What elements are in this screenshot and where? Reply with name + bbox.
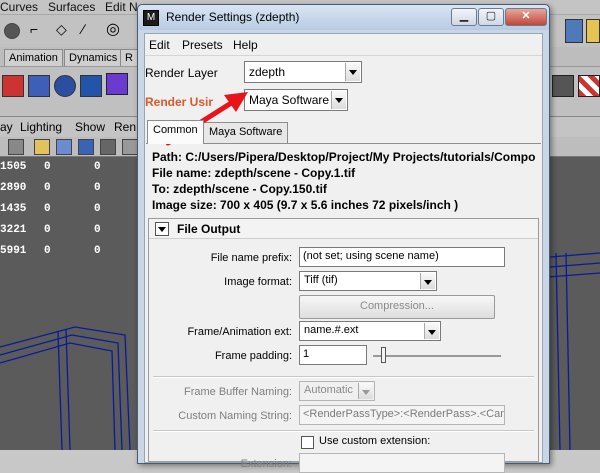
menu-help[interactable]: Help (233, 38, 258, 52)
frame-padding-slider-thumb[interactable] (381, 347, 386, 363)
shelf-sphere-icon[interactable] (54, 75, 76, 97)
frame-padding-input[interactable]: 1 (299, 345, 367, 365)
curve-tool-icon[interactable]: ⌐ (30, 21, 50, 39)
diamond-icon[interactable]: ◇ (56, 21, 67, 38)
panel-menu-lighting[interactable]: Lighting (20, 120, 62, 134)
image-format-value: Tiff (tif) (304, 274, 338, 286)
light-icon[interactable] (100, 139, 116, 155)
custom-naming-label: Custom Naming String: (178, 410, 292, 422)
settings-scroll-area[interactable]: File Output File name prefix: (not set; … (148, 218, 539, 473)
textured-icon[interactable] (78, 139, 94, 155)
chevron-down-icon (424, 323, 439, 339)
file-name-prefix-label: File name prefix: (210, 252, 292, 264)
frame-ext-dropdown[interactable]: name.#.ext (299, 321, 441, 341)
common-tab-panel: Path: C:/Users/Pipera/Desktop/Project/My… (146, 143, 541, 473)
frame-buffer-naming-value: Automatic (304, 384, 353, 396)
image-format-dropdown[interactable]: Tiff (tif) (299, 271, 437, 291)
menu-surfaces[interactable]: Surfaces (48, 0, 95, 14)
render-using-dropdown[interactable]: Maya Software (244, 89, 348, 111)
title-bar[interactable]: M Render Settings (zdepth) ▁ ▢ ✕ (138, 5, 549, 30)
tab-common[interactable]: Common (147, 120, 204, 144)
info-file-name: File name: zdepth/scene - Copy.1.tif (152, 166, 356, 180)
custom-naming-input[interactable]: <RenderPassType>:<RenderPass>.<Came (299, 405, 505, 425)
frame-padding-label: Frame padding: (214, 350, 292, 362)
use-custom-extension-checkbox[interactable] (301, 436, 314, 449)
frame-buffer-naming-dropdown[interactable]: Automatic (299, 381, 375, 401)
shelf-torus-icon[interactable] (80, 75, 102, 97)
film-icon[interactable] (565, 19, 583, 43)
menu-curves[interactable]: Curves (0, 0, 38, 14)
shaded-icon[interactable] (56, 139, 72, 155)
frame-ext-value: name.#.ext (304, 324, 359, 336)
file-name-prefix-input[interactable]: (not set; using scene name) (299, 247, 505, 267)
shelf-tab-rendering[interactable]: R (120, 49, 138, 66)
menu-edit[interactable]: Edit (149, 38, 170, 52)
menu-edit[interactable]: Edit N (105, 0, 138, 14)
render-layer-label: Render Layer (145, 66, 218, 80)
window-title: Render Settings (zdepth) (166, 10, 300, 24)
info-to: To: zdepth/scene - Copy.150.tif (152, 182, 327, 196)
shelf-tab-animation[interactable]: Animation (4, 49, 63, 66)
render-using-value: Maya Software (249, 93, 330, 107)
extension-label: Extension: (240, 458, 292, 470)
chevron-down-icon (345, 63, 360, 81)
shelf-checker-icon[interactable] (578, 75, 600, 97)
panel-tool-icon[interactable] (8, 139, 24, 155)
chevron-down-icon (331, 91, 346, 109)
shelf-red-icon[interactable] (2, 75, 24, 97)
dialog-menubar: Edit Presets Help (145, 34, 542, 56)
sphere-icon[interactable] (4, 23, 20, 39)
divider (153, 430, 534, 432)
maya-icon: M (143, 10, 159, 26)
minimize-button[interactable]: ▁ (451, 8, 477, 26)
divider (153, 376, 534, 378)
render-layer-value: zdepth (249, 65, 286, 79)
compression-button[interactable]: Compression... (299, 295, 495, 319)
panel-menu-ay[interactable]: ay (0, 120, 13, 134)
shelf-blue-icon[interactable] (28, 75, 50, 97)
info-image-size: Image size: 700 x 405 (9.7 x 5.6 inches … (152, 198, 459, 212)
menu-presets[interactable]: Presets (182, 38, 223, 52)
chevron-down-icon (420, 273, 435, 289)
image-format-label: Image format: (224, 276, 292, 288)
tab-maya-software[interactable]: Maya Software (203, 122, 289, 143)
shelf-tab-dynamics[interactable]: Dynamics (64, 49, 123, 66)
shelf-dark-icon[interactable] (552, 75, 574, 97)
target-icon[interactable]: ◎ (106, 19, 120, 39)
panel-menu-show[interactable]: Show (75, 120, 105, 134)
frame-padding-slider-track[interactable] (373, 355, 501, 357)
maximize-button[interactable]: ▢ (478, 8, 504, 26)
extension-input[interactable] (299, 453, 505, 473)
snap-curve-icon[interactable]: ∕ (82, 21, 84, 37)
file-output-header[interactable]: File Output (149, 219, 538, 239)
grid-icon[interactable] (122, 139, 138, 155)
use-custom-extension-label: Use custom extension: (319, 435, 431, 447)
render-using-label: Render Usir (145, 95, 214, 109)
file-output-title: File Output (177, 222, 241, 236)
close-button[interactable]: ✕ (505, 8, 547, 26)
render-icon[interactable] (586, 19, 600, 43)
render-layer-dropdown[interactable]: zdepth (244, 61, 362, 83)
wireframe-icon[interactable] (34, 139, 50, 155)
frame-buffer-naming-label: Frame Buffer Naming: (183, 386, 292, 398)
shelf-cube-icon[interactable] (106, 73, 128, 95)
collapse-arrow-icon[interactable] (155, 222, 169, 236)
frame-ext-label: Frame/Animation ext: (187, 326, 292, 338)
dialog-client: Edit Presets Help Render Layer zdepth Re… (144, 33, 543, 473)
panel-menu-renderer[interactable]: Ren (114, 120, 136, 134)
info-path: Path: C:/Users/Pipera/Desktop/Project/My… (152, 150, 536, 164)
render-settings-window: M Render Settings (zdepth) ▁ ▢ ✕ Edit Pr… (137, 4, 550, 473)
chevron-down-icon (358, 383, 373, 399)
